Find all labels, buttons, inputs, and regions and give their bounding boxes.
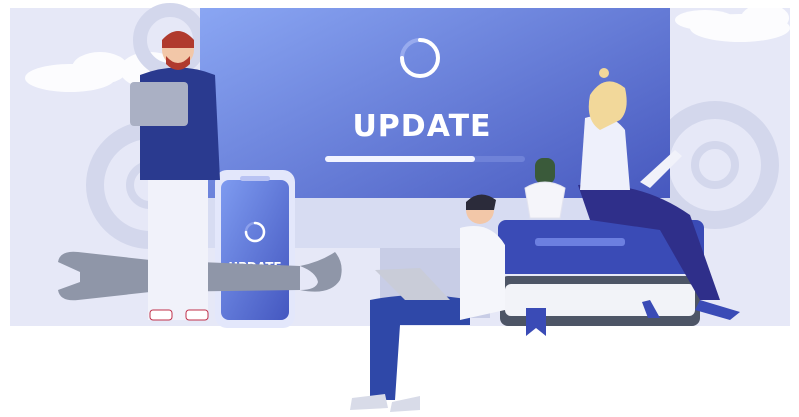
man-standing-pants [148,175,208,320]
bookmark-ribbon [526,308,546,336]
man-sitting-pants [370,295,470,400]
monitor-update-title: UPDATE [352,109,491,144]
laptop-icon [130,82,188,126]
book-top-label [535,238,625,246]
phone-screen [221,180,289,320]
phone-notch [240,176,270,181]
scene-svg: UPDATE UPDATE [10,3,790,412]
man-sitting-shirt [460,226,505,320]
phone [215,170,295,328]
update-illustration: UPDATE UPDATE [0,0,799,417]
monitor-progress-fill [325,156,475,162]
